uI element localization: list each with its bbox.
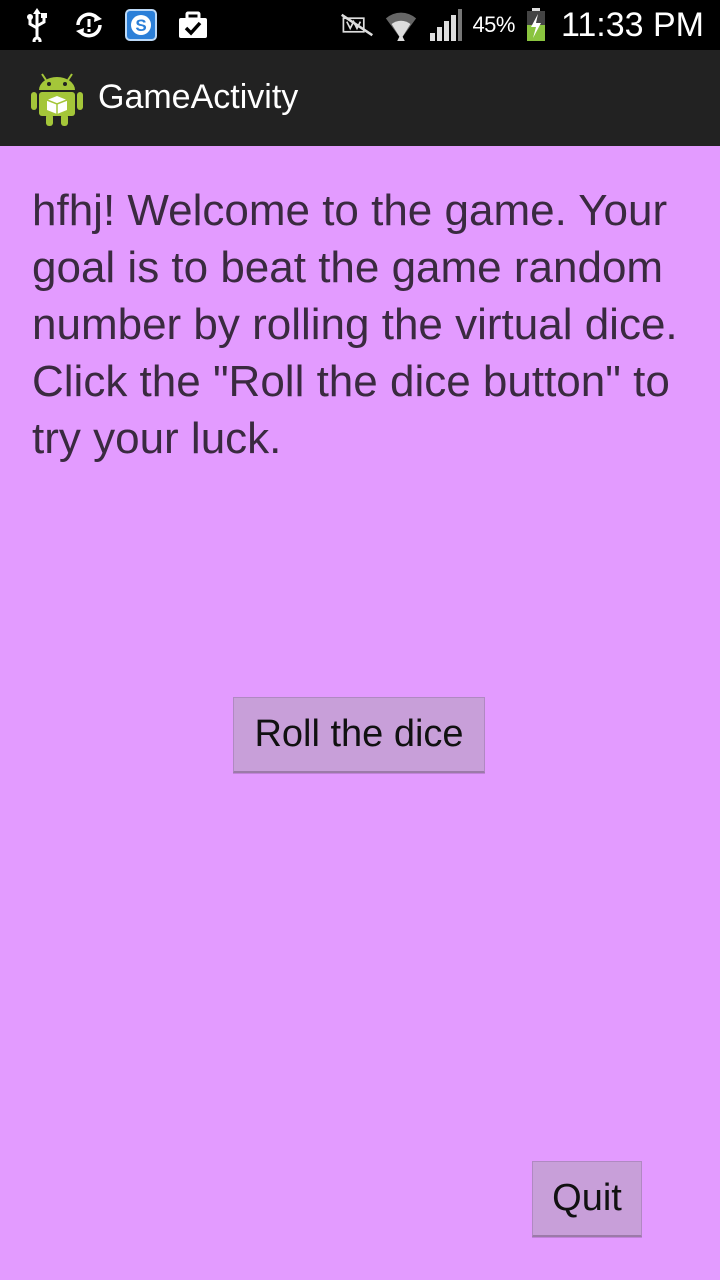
action-bar: GameActivity bbox=[0, 50, 720, 146]
wifi-icon bbox=[384, 8, 418, 42]
system-icons: 45% 11:33 PM bbox=[340, 6, 704, 44]
android-app-icon bbox=[30, 70, 84, 126]
s-app-icon: S bbox=[124, 8, 158, 42]
welcome-text: hfhj! Welcome to the game. Your goal is … bbox=[32, 186, 678, 463]
clock: 11:33 PM bbox=[560, 5, 704, 44]
mute-icon bbox=[340, 8, 374, 42]
usb-icon bbox=[20, 8, 54, 42]
quit-button[interactable]: Quit bbox=[532, 1161, 642, 1237]
battery-percent: 45% bbox=[472, 12, 515, 37]
signal-icon bbox=[428, 8, 463, 42]
roll-dice-button[interactable]: Roll the dice bbox=[233, 697, 485, 773]
notification-icons: S bbox=[20, 6, 210, 44]
sync-icon bbox=[72, 8, 106, 42]
briefcase-check-icon bbox=[176, 8, 210, 42]
status-bar: S 45% 11:33 PM bbox=[0, 0, 720, 50]
battery-charging-icon bbox=[525, 8, 547, 42]
app-title: GameActivity bbox=[98, 78, 299, 116]
svg-text:S: S bbox=[135, 16, 146, 35]
game-content: hfhj! Welcome to the game. Your goal is … bbox=[0, 146, 720, 1280]
